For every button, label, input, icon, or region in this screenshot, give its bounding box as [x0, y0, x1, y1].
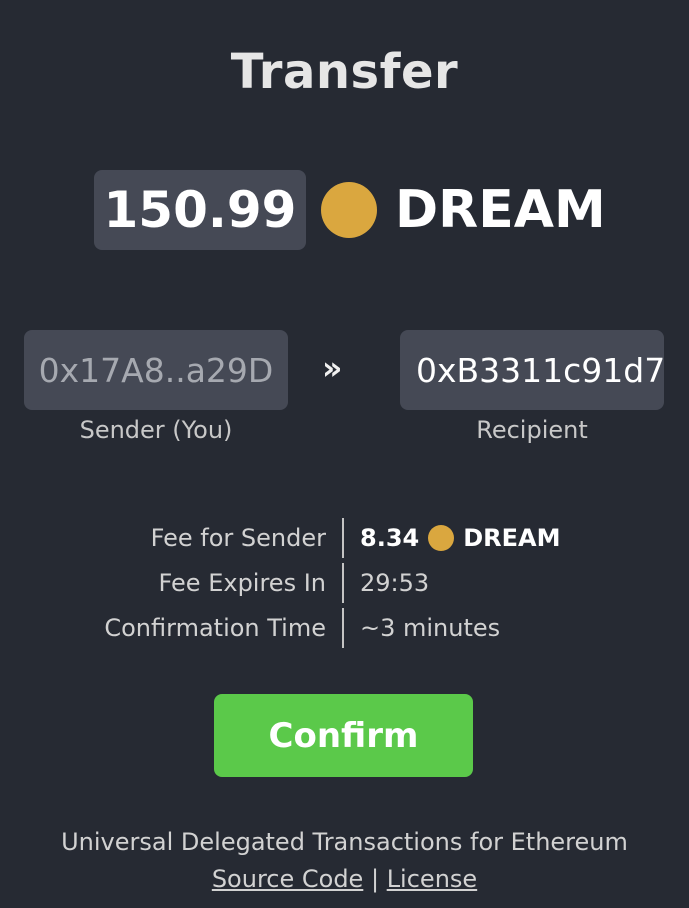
recipient-label: Recipient [476, 416, 588, 444]
fee-token: DREAM [463, 524, 561, 552]
sender-address: 0x17A8..a29D [24, 330, 288, 410]
fee-key: Fee for Sender [150, 524, 326, 552]
fee-expiry-value: 29:53 [360, 569, 430, 597]
coin-icon [321, 182, 377, 238]
fee-divider [342, 608, 344, 648]
page-title: Transfer [230, 44, 459, 100]
confirm-button[interactable]: Confirm [214, 694, 473, 777]
footer-separator: | [370, 865, 380, 893]
footer-tagline: Universal Delegated Transactions for Eth… [61, 828, 628, 856]
license-link[interactable]: License [387, 865, 477, 893]
fee-row-confirmation: Confirmation Time ~3 minutes [0, 608, 689, 648]
fee-divider [342, 563, 344, 603]
double-chevron-right-icon: ›› [322, 349, 343, 387]
fee-value: 8.34 DREAM [360, 518, 560, 558]
amount-input[interactable]: 150.99 [94, 170, 306, 250]
fee-row-expiry: Fee Expires In 29:53 [0, 563, 689, 603]
sender-label: Sender (You) [79, 416, 233, 444]
transfer-amount: 150.99 DREAM [94, 170, 606, 250]
confirmation-time-value: ~3 minutes [360, 614, 501, 642]
source-code-link[interactable]: Source Code [212, 865, 364, 893]
fee-key: Fee Expires In [158, 569, 326, 597]
footer-links: Source Code | License [0, 865, 689, 893]
coin-icon [428, 525, 455, 551]
fee-key: Confirmation Time [104, 614, 326, 642]
fee-row-sender: Fee for Sender 8.34 DREAM [0, 518, 689, 558]
token-symbol: DREAM [395, 180, 606, 240]
fee-amount: 8.34 [360, 524, 420, 552]
fee-divider [342, 518, 344, 558]
recipient-address-input[interactable]: 0xB3311c91d7 [400, 330, 664, 410]
